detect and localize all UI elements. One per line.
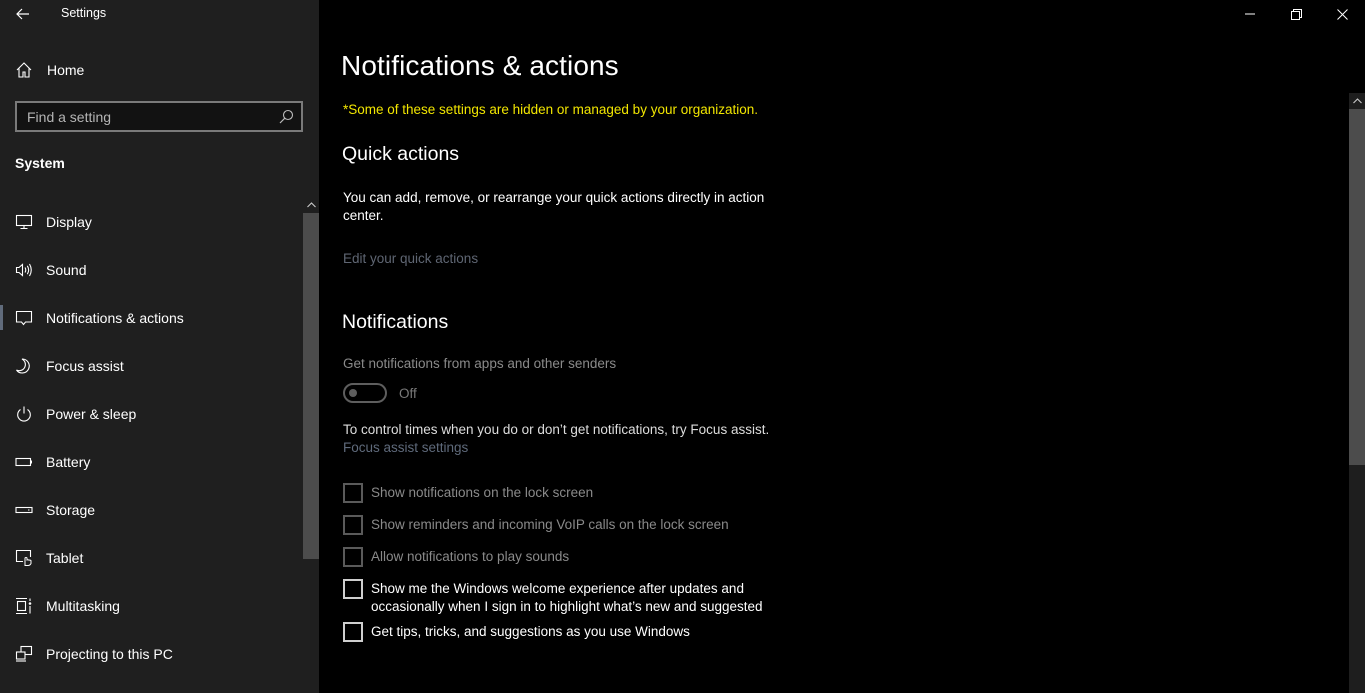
quick-actions-description: You can add, remove, or rearrange your q…	[343, 190, 765, 223]
sidebar-item-storage[interactable]: Storage	[0, 486, 303, 534]
sidebar-item-label: Multitasking	[46, 598, 120, 614]
org-managed-notice: *Some of these settings are hidden or ma…	[343, 102, 759, 117]
search-box[interactable]	[15, 101, 303, 132]
monitor-icon	[15, 214, 33, 230]
multitasking-icon	[16, 597, 32, 615]
sidebar-item-tablet[interactable]: Tablet	[0, 534, 303, 582]
sidebar-item-label: Display	[46, 214, 92, 230]
tablet-icon	[15, 549, 32, 566]
checkbox-reminders-voip[interactable]: Show reminders and incoming VoIP calls o…	[343, 515, 729, 535]
sidebar-scroll-thumb[interactable]	[303, 213, 319, 559]
checkbox[interactable]	[343, 547, 363, 567]
checkbox-label: Show me the Windows welcome experience a…	[371, 581, 763, 614]
checkbox-welcome-experience[interactable]: Show me the Windows welcome experience a…	[343, 579, 793, 616]
checkbox-label: Allow notifications to play sounds	[371, 549, 570, 564]
projecting-icon	[15, 645, 33, 662]
edit-quick-actions-link[interactable]: Edit your quick actions	[343, 251, 478, 266]
sidebar-item-label: Focus assist	[46, 358, 124, 374]
sidebar-item-label: Sound	[46, 262, 87, 278]
sidebar-item-display[interactable]: Display	[0, 198, 303, 246]
get-notifications-toggle[interactable]	[343, 383, 387, 403]
sidebar-item-sound[interactable]: Sound	[0, 246, 303, 294]
sidebar-item-notifications-actions[interactable]: Notifications & actions	[0, 294, 303, 342]
battery-icon	[15, 457, 32, 467]
sidebar-item-battery[interactable]: Battery	[0, 438, 303, 486]
sidebar-item-multitasking[interactable]: Multitasking	[0, 582, 303, 630]
sidebar-item-power-sleep[interactable]: Power & sleep	[0, 390, 303, 438]
app-title: Settings	[61, 6, 107, 20]
power-icon	[17, 406, 31, 422]
checkbox[interactable]	[343, 515, 363, 535]
quick-actions-heading: Quick actions	[342, 143, 460, 165]
sidebar-item-label: Power & sleep	[46, 406, 137, 422]
moon-icon	[16, 358, 30, 374]
main-scrollbar[interactable]	[1349, 93, 1365, 693]
back-arrow-icon	[16, 8, 29, 20]
toggle-knob	[349, 389, 357, 397]
sidebar-item-label: Projecting to this PC	[46, 646, 173, 662]
page-title: Notifications & actions	[341, 50, 619, 81]
home-icon	[16, 62, 32, 78]
scroll-up-button[interactable]	[1349, 93, 1365, 109]
sidebar-item-label: Storage	[46, 502, 96, 518]
section-label: System	[15, 155, 65, 171]
scroll-up-button[interactable]	[303, 197, 319, 213]
checkbox[interactable]	[343, 483, 363, 503]
checkbox-label: Get tips, tricks, and suggestions as you…	[371, 624, 690, 639]
sidebar-home-label: Home	[47, 62, 85, 78]
toggle-state-label: Off	[399, 386, 417, 401]
focus-assist-description: To control times when you do or don’t ge…	[343, 422, 770, 437]
checkbox[interactable]	[343, 579, 363, 599]
sidebar-item-projecting[interactable]: Projecting to this PC	[0, 630, 303, 678]
main-content: Notifications & actions *Some of these s…	[319, 0, 1349, 693]
chevron-up-icon	[1352, 98, 1362, 104]
checkbox-label: Show reminders and incoming VoIP calls o…	[371, 517, 729, 532]
sidebar-item-label: Tablet	[46, 550, 84, 566]
checkbox-lock-screen-notifications[interactable]: Show notifications on the lock screen	[343, 483, 593, 503]
sidebar-home[interactable]: Home	[0, 52, 303, 88]
sidebar-nav: Display Sound Notifications & actions Fo…	[0, 198, 303, 678]
get-notifications-label: Get notifications from apps and other se…	[343, 356, 617, 371]
sidebar-item-focus-assist[interactable]: Focus assist	[0, 342, 303, 390]
main-scroll-thumb[interactable]	[1349, 109, 1365, 465]
storage-icon	[15, 506, 33, 514]
checkbox-label: Show notifications on the lock screen	[371, 485, 594, 500]
sidebar-scrollbar[interactable]	[303, 197, 319, 693]
search-icon[interactable]	[278, 109, 294, 125]
message-icon	[15, 310, 33, 326]
chevron-up-icon	[306, 202, 316, 208]
back-button[interactable]	[12, 3, 34, 25]
speaker-icon	[15, 263, 32, 277]
checkbox[interactable]	[343, 622, 363, 642]
sidebar-item-label: Notifications & actions	[46, 310, 184, 326]
sidebar: Settings Home System Display Sound Notif…	[0, 0, 319, 693]
search-input[interactable]	[27, 108, 267, 126]
checkbox-tips-tricks[interactable]: Get tips, tricks, and suggestions as you…	[343, 622, 690, 642]
checkbox-play-sounds[interactable]: Allow notifications to play sounds	[343, 547, 569, 567]
sidebar-item-label: Battery	[46, 454, 91, 470]
focus-assist-settings-link[interactable]: Focus assist settings	[343, 440, 468, 455]
notifications-heading: Notifications	[342, 311, 449, 333]
